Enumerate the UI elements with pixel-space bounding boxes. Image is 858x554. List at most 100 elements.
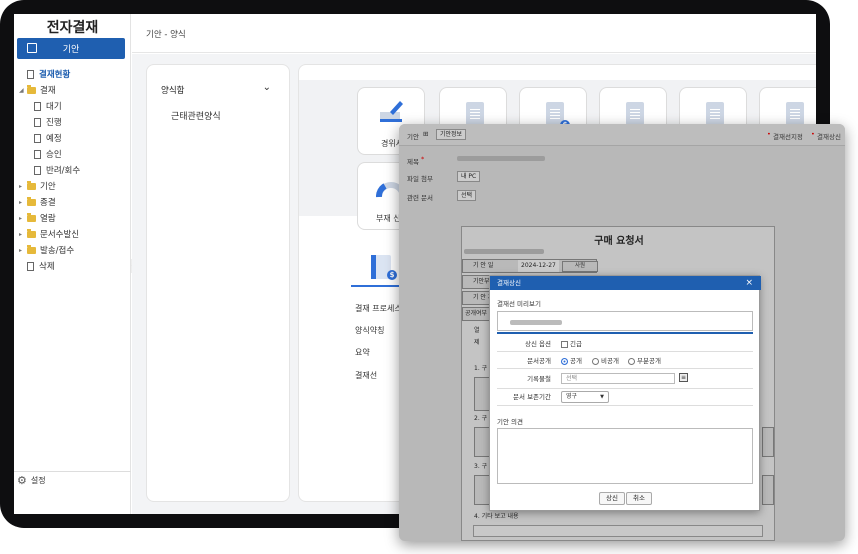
caret-right-icon[interactable]: ▸ <box>19 183 25 190</box>
folder-icon <box>27 84 36 94</box>
sidebar-item[interactable]: 예정 <box>14 130 131 146</box>
draft-window-toolbar: 기안 ⊞ 기안정보 • 결재선지정 • 결재상신 <box>399 124 845 146</box>
document-icon <box>27 69 34 79</box>
document-icon <box>34 149 41 159</box>
sidebar-item-label: 대기 <box>46 102 62 112</box>
document-title: 구매 요청서 <box>594 236 644 247</box>
checkbox[interactable] <box>561 340 568 348</box>
retention-select[interactable]: 영구 ▼ <box>561 391 609 403</box>
sidebar: 전자결재 기안 결재현황 ◢ 결재 대기 진행 예정 승인 반려/회수 ▸ 기안 ▸ 종결 ▸ 열람 ▸ 문서… <box>14 14 131 514</box>
archive-label: 기록물철 <box>527 375 551 383</box>
sidebar-item-label: 종결 <box>40 198 56 208</box>
approval-request-button[interactable]: 결재상신 <box>817 131 841 141</box>
bullet-icon: • <box>767 130 771 138</box>
document-icon <box>626 102 644 125</box>
approval-cell: 사원 <box>562 261 598 272</box>
sidebar-tree: 결재현황 ◢ 결재대기진행예정 승인 반려/회수 ▸ 기안 ▸ 종결 ▸ 열람 ▸ 문서수발신 ▸ 발송/접… <box>14 66 131 274</box>
folder-icon <box>27 244 36 254</box>
option-label: 상신 옵션 <box>525 340 551 348</box>
urgent-option[interactable]: 긴급 <box>561 336 582 352</box>
sidebar-item[interactable]: 삭제 <box>14 258 131 274</box>
document-icon <box>786 102 804 125</box>
chevron-down-icon: ▼ <box>600 394 604 400</box>
radio[interactable] <box>628 357 635 365</box>
required-mark: * <box>421 155 425 163</box>
sidebar-item-label: 진행 <box>46 118 62 128</box>
folder-icon <box>27 212 36 222</box>
radio-selected[interactable] <box>561 357 568 365</box>
sidebar-item[interactable]: 대기 <box>14 98 131 114</box>
disclosure-public[interactable]: 공개 <box>561 353 582 369</box>
approver-assign-button[interactable]: 결재선지정 <box>773 131 803 141</box>
opinion-label: 기안 의견 <box>497 418 523 426</box>
sidebar-item[interactable]: 반려/회수 <box>14 162 131 178</box>
disclosure-partial[interactable]: 부분공개 <box>628 353 661 369</box>
draft-window: 기안 ⊞ 기안정보 • 결재선지정 • 결재상신 제목 * 파일 첨부 내 PC… <box>399 124 845 541</box>
sidebar-item[interactable]: 승인 <box>14 146 131 162</box>
folder-select-icon[interactable]: ≡ <box>679 373 688 382</box>
section-1-label: 1. 구 <box>474 365 488 372</box>
form-panel: 양식함 ⌄ 근태관련양식 <box>146 64 290 502</box>
document-icon <box>34 165 41 175</box>
draft-button[interactable]: 기안 <box>17 38 125 59</box>
settings-label: 설정 <box>30 476 46 485</box>
form-box-header[interactable]: 양식함 <box>161 84 184 96</box>
archive-input[interactable]: 선택 <box>561 373 675 384</box>
retention-value: 영구 <box>566 393 578 400</box>
disclosure-partial-label: 부분공개 <box>637 357 661 365</box>
document-icon <box>706 102 724 125</box>
sidebar-item[interactable]: ▸ 기안 <box>14 178 131 194</box>
attach-label: 파일 첨부 <box>407 175 433 183</box>
sidebar-item-label: 문서수발신 <box>40 230 80 240</box>
sidebar-item-label: 결재 <box>40 86 56 96</box>
opinion-textarea[interactable] <box>497 428 753 484</box>
bullet-icon: • <box>811 130 815 138</box>
archive-row: 기록물철 선택 ≡ <box>497 370 753 389</box>
caret-down-icon[interactable]: ◢ <box>19 87 25 94</box>
sidebar-item[interactable]: ▸ 종결 <box>14 194 131 210</box>
subject-row-label: 제 <box>474 339 480 346</box>
sidebar-item[interactable]: ▸ 문서수발신 <box>14 226 131 242</box>
caret-right-icon[interactable]: ▸ <box>19 215 25 222</box>
draft-info-button[interactable]: 기안정보 <box>436 129 467 140</box>
editor-toolbar[interactable] <box>473 525 763 537</box>
section-3-box-right <box>762 475 774 505</box>
dialog-title: 결재상신 <box>490 276 761 290</box>
preview-divider <box>497 332 753 334</box>
draft-date-label: 기 안 일 <box>473 262 494 269</box>
disclosure-private-label: 비공개 <box>601 357 619 365</box>
sidebar-item[interactable]: ▸ 발송/접수 <box>14 242 131 258</box>
draft-date-value: 2024-12-27 <box>518 260 559 272</box>
attach-pc-button[interactable]: 내 PC <box>457 171 481 182</box>
disclosure-label: 공개여부 <box>465 310 488 317</box>
radio[interactable] <box>592 357 599 365</box>
sidebar-item[interactable]: ◢ 결재 <box>14 82 131 98</box>
chevron-down-icon[interactable]: ⌄ <box>263 82 271 93</box>
caret-right-icon[interactable]: ▸ <box>19 199 25 206</box>
document-icon <box>34 133 41 143</box>
section-4-label: 4. 기타 보고 내용 <box>474 513 519 520</box>
folder-icon <box>27 180 36 190</box>
caret-right-icon[interactable]: ▸ <box>19 247 25 254</box>
submit-button[interactable]: 상신 <box>599 492 625 505</box>
sidebar-item-label: 기안 <box>40 182 56 192</box>
signature-icon <box>380 101 403 122</box>
disclosure-private[interactable]: 비공개 <box>592 353 619 369</box>
sidebar-item[interactable]: 결재현황 <box>14 66 131 82</box>
sidebar-item[interactable]: ▸ 열람 <box>14 210 131 226</box>
field-label-summary: 요약 <box>355 348 370 357</box>
close-icon[interactable]: × <box>745 276 753 290</box>
subject-input[interactable] <box>457 156 545 161</box>
document-icon <box>34 117 41 127</box>
form-item-attendance[interactable]: 근태관련양식 <box>171 109 221 122</box>
breadcrumb: 기안 - 양식 <box>146 30 186 40</box>
cancel-button[interactable]: 취소 <box>626 492 652 505</box>
field-label-approval-line: 결재선 <box>355 371 378 380</box>
document-icon <box>34 101 41 111</box>
settings-link[interactable]: ⚙ 설정 <box>17 474 46 487</box>
caret-right-icon[interactable]: ▸ <box>19 231 25 238</box>
option-row: 상신 옵션 긴급 <box>497 336 753 352</box>
related-doc-select-button[interactable]: 선택 <box>457 190 477 201</box>
sidebar-item[interactable]: 진행 <box>14 114 131 130</box>
sidebar-item-label: 열람 <box>40 214 56 224</box>
